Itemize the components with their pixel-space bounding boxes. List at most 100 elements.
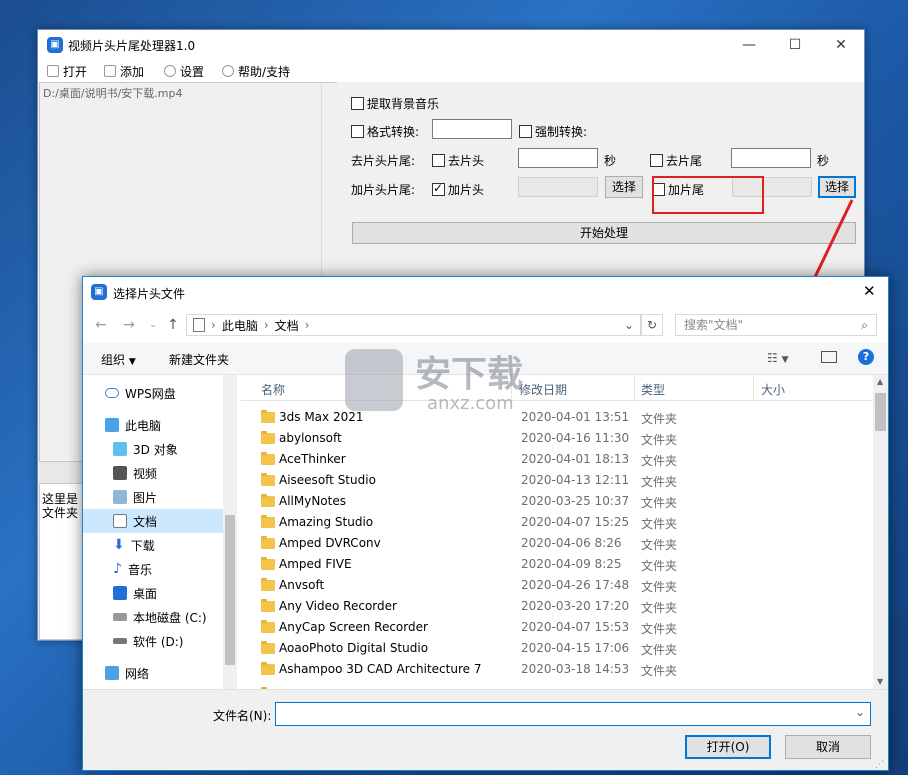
add-head-checkbox[interactable] [432, 181, 445, 196]
file-list-scroll-thumb[interactable] [875, 393, 886, 431]
breadcrumb-sep-icon: › [263, 318, 269, 332]
dialog-close-icon[interactable]: ✕ [863, 282, 876, 300]
menu-help[interactable]: 帮助/支持 [218, 60, 294, 82]
column-size[interactable]: 大小 [761, 381, 785, 398]
column-type[interactable]: 类型 [641, 381, 665, 398]
cancel-button[interactable]: 取消 [785, 735, 871, 759]
folder-icon [261, 557, 275, 570]
search-input[interactable]: 搜索"文档" ⌕ [675, 314, 877, 336]
menu-help-label: 帮助/支持 [238, 64, 291, 79]
format-convert-checkbox[interactable] [351, 125, 364, 138]
folder-icon [261, 578, 275, 591]
filename-dropdown-icon[interactable]: ⌄ [855, 705, 865, 719]
force-convert-checkbox[interactable] [519, 125, 532, 138]
minimize-icon[interactable]: — [726, 30, 772, 60]
file-row[interactable]: Ashampoo 3D CAD Architecture 7 2020-03-18… [241, 659, 873, 680]
organize-button[interactable]: 组织 ▼ [101, 351, 136, 368]
nav-drive-c[interactable]: 本地磁盘 (C:) [83, 605, 223, 629]
file-row[interactable]: Amped DVRConv 2020-04-06 8:26 文件夹 [241, 533, 873, 554]
file-row[interactable]: Any Video Recorder 2020-03-20 17:20 文件夹 [241, 596, 873, 617]
close-icon[interactable]: ✕ [818, 30, 864, 60]
nav-pictures[interactable]: 图片 [83, 485, 223, 509]
file-name: AoaoPhoto Digital Studio [279, 641, 429, 655]
seconds-label-1: 秒 [604, 154, 617, 168]
nav-desktop[interactable]: 桌面 [83, 581, 223, 605]
nav-videos[interactable]: 视频 [83, 461, 223, 485]
remove-head-option[interactable]: 去片头 [432, 152, 484, 169]
remove-head-label: 去片头 [448, 154, 485, 168]
remove-head-checkbox[interactable] [432, 154, 445, 167]
nav-scroll-thumb[interactable] [225, 515, 235, 665]
extract-music-option[interactable]: 提取背景音乐 [351, 95, 439, 112]
recent-chevron-icon[interactable]: ⌄ [143, 315, 163, 335]
back-arrow-icon[interactable]: ← [91, 315, 111, 335]
scroll-down-icon[interactable]: ▼ [877, 677, 883, 686]
file-row[interactable]: Amped FIVE 2020-04-09 8:25 文件夹 [241, 554, 873, 575]
nav-this-pc[interactable]: 此电脑 [83, 413, 223, 437]
search-icon: ⌕ [861, 318, 868, 332]
nav-documents[interactable]: 文档 [83, 509, 223, 533]
remove-tail-label: 去片尾 [666, 154, 703, 168]
file-path-item[interactable]: D:/桌面/说明书/安下载.mp4 [43, 85, 183, 101]
nav-downloads[interactable]: ⬇ 下载 [83, 533, 223, 557]
menu-open[interactable]: 打开 [43, 60, 91, 82]
drive-icon [113, 613, 127, 621]
remove-tail-option[interactable]: 去片尾 [650, 152, 702, 169]
file-row[interactable]: AnyCap Screen Recorder 2020-04-07 15:53 文件… [241, 617, 873, 638]
file-type: 文件夹 [641, 664, 678, 678]
nav-drive-d[interactable]: 软件 (D:) [83, 629, 223, 653]
refresh-icon[interactable]: ↻ [641, 314, 663, 336]
force-convert-option[interactable]: 强制转换: [519, 123, 587, 140]
maximize-icon[interactable]: ☐ [772, 30, 818, 60]
new-folder-button[interactable]: 新建文件夹 [169, 351, 229, 368]
file-row[interactable]: Aiseesoft Studio 2020-04-13 12:11 文件夹 [241, 470, 873, 491]
file-row[interactable]: AoaoPhoto Digital Studio 2020-04-15 17:06… [241, 638, 873, 659]
filename-input[interactable]: ⌄ [275, 702, 871, 726]
add-head-option[interactable]: 加片头 [432, 181, 484, 198]
choose-head-button[interactable]: 选择 [605, 176, 643, 198]
music-icon: ♪ [113, 561, 122, 577]
resize-grip-icon[interactable]: ⋰ [875, 760, 884, 770]
extract-music-label: 提取背景音乐 [367, 97, 440, 111]
column-name[interactable]: 名称 [261, 381, 285, 398]
file-row[interactable]: AllMyNotes 2020-03-25 10:37 文件夹 [241, 491, 873, 512]
breadcrumb-documents[interactable]: 文档 [275, 317, 299, 334]
open-button[interactable]: 打开(O) [685, 735, 771, 759]
file-row[interactable]: abylonsoft 2020-04-16 11:30 文件夹 [241, 428, 873, 449]
menu-add[interactable]: 添加 [100, 60, 148, 82]
file-row[interactable]: Anvsoft 2020-04-26 17:48 文件夹 [241, 575, 873, 596]
file-row[interactable]: AceThinker 2020-04-01 18:13 文件夹 [241, 449, 873, 470]
address-dropdown-icon[interactable]: ⌄ [624, 318, 634, 332]
format-convert-option[interactable]: 格式转换: [351, 123, 419, 140]
preview-pane-icon[interactable] [821, 351, 837, 363]
add-head-file-input[interactable] [518, 177, 598, 197]
file-row[interactable]: Amazing Studio 2020-04-07 15:25 文件夹 [241, 512, 873, 533]
watermark-cn: 安下载 [415, 354, 524, 395]
address-bar[interactable]: › 此电脑 › 文档 › ⌄ [186, 314, 641, 336]
file-date: 2020-04-16 11:30 [521, 431, 630, 445]
breadcrumb-this-pc[interactable]: 此电脑 [222, 317, 258, 334]
chevron-down-icon: ▼ [128, 357, 136, 367]
file-type: 文件夹 [641, 412, 678, 426]
remove-tail-checkbox[interactable] [650, 154, 663, 167]
scroll-up-icon[interactable]: ▲ [877, 377, 883, 386]
drive-icon [113, 638, 127, 644]
file-icon [104, 65, 116, 77]
up-arrow-icon[interactable]: ↑ [163, 315, 183, 335]
nav-music[interactable]: ♪ 音乐 [83, 557, 223, 581]
format-input[interactable] [432, 119, 512, 139]
nav-3d-objects[interactable]: 3D 对象 [83, 437, 223, 461]
file-name: AceThinker [279, 452, 346, 466]
help-icon[interactable]: ? [858, 349, 874, 365]
nav-network[interactable]: 网络 [83, 661, 223, 685]
view-options-icon[interactable]: ☷ ▼ [767, 351, 789, 365]
forward-arrow-icon[interactable]: → [119, 315, 139, 335]
desktop-icon [113, 586, 127, 600]
nav-wps-cloud[interactable]: WPS网盘 [83, 381, 223, 405]
menu-settings[interactable]: 设置 [160, 60, 208, 82]
extract-music-checkbox[interactable] [351, 97, 364, 110]
remove-tail-seconds-input[interactable] [731, 148, 811, 168]
remove-head-seconds-input[interactable] [518, 148, 598, 168]
file-name: AnyCap Screen Recorder [279, 620, 428, 634]
file-type: 文件夹 [641, 496, 678, 510]
